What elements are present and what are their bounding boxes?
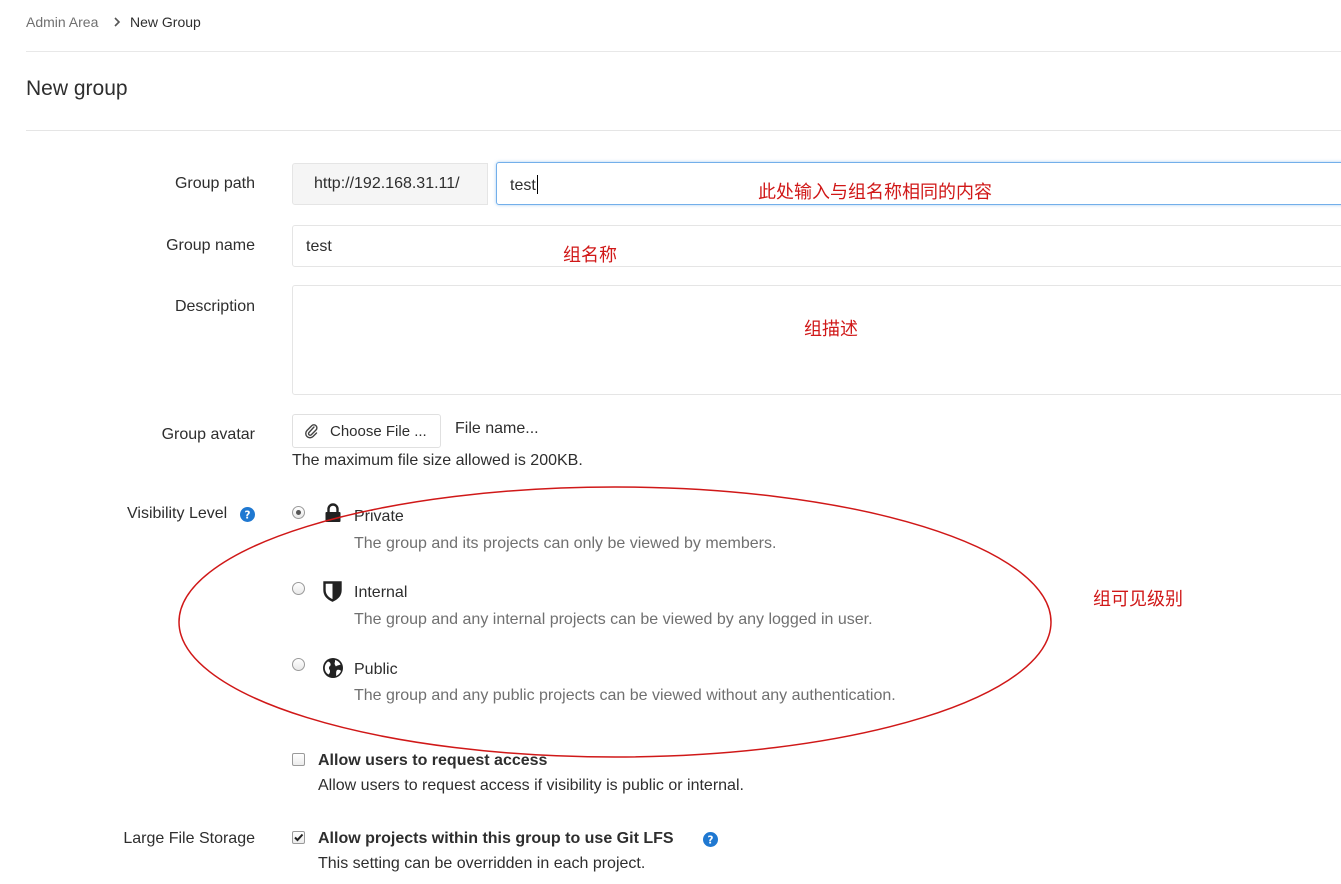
annotation-group-name: 组名称	[563, 245, 617, 266]
annotation-description: 组描述	[804, 319, 858, 340]
question-circle-icon[interactable]: ?	[703, 832, 718, 847]
annotation-group-path: 此处输入与组名称相同的内容	[758, 182, 992, 203]
lfs-description: This setting can be overridden in each p…	[318, 855, 646, 872]
lfs-label: Large File Storage	[123, 830, 255, 847]
divider	[26, 51, 1341, 52]
annotation-ellipse	[178, 486, 1052, 758]
text-caret	[536, 175, 538, 194]
request-access-checkbox[interactable]	[292, 753, 305, 766]
file-name-text: File name...	[455, 420, 539, 437]
group-avatar-label: Group avatar	[161, 426, 255, 443]
lfs-checkbox[interactable]	[292, 831, 305, 844]
breadcrumb-admin-area[interactable]: Admin Area	[26, 14, 98, 30]
annotation-visibility: 组可见级别	[1093, 589, 1183, 610]
group-name-label: Group name	[166, 237, 255, 254]
paperclip-icon	[305, 424, 318, 439]
choose-file-label: Choose File ...	[330, 423, 427, 440]
group-path-prefix: http://192.168.31.11/	[292, 163, 488, 205]
checkmark-icon	[294, 833, 304, 842]
lfs-title[interactable]: Allow projects within this group to use …	[318, 830, 674, 848]
chevron-right-icon	[114, 17, 121, 27]
description-label: Description	[174, 298, 255, 315]
divider	[26, 130, 1341, 131]
group-name-value: test	[306, 238, 332, 255]
group-name-input[interactable]: test	[292, 225, 1341, 267]
file-size-hint: The maximum file size allowed is 200KB.	[292, 452, 583, 469]
svg-text:?: ?	[708, 834, 714, 846]
breadcrumb-current: New Group	[130, 14, 201, 30]
group-path-label: Group path	[174, 175, 255, 192]
request-access-title[interactable]: Allow users to request access	[318, 752, 547, 770]
page-title: New group	[26, 77, 128, 100]
group-path-value: test	[510, 177, 536, 194]
request-access-description: Allow users to request access if visibil…	[318, 777, 744, 794]
